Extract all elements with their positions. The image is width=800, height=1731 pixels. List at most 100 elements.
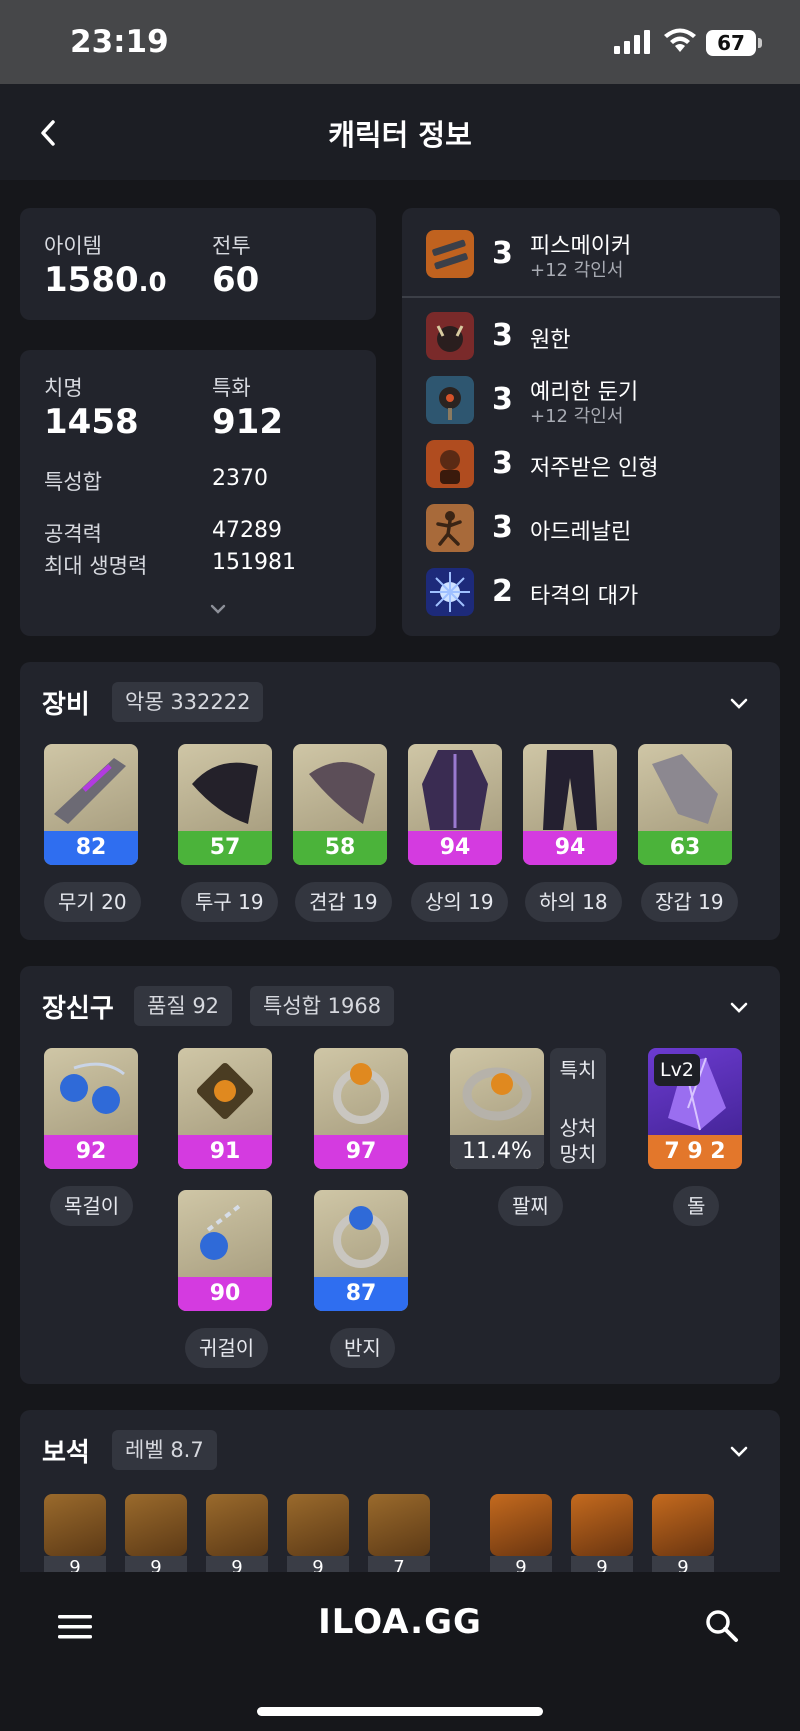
quality-bar: 91 xyxy=(178,1135,272,1169)
battery-tip xyxy=(758,38,762,48)
quality-tag: 품질 92 xyxy=(134,986,233,1026)
divider xyxy=(402,296,780,298)
engraving-row[interactable]: 3 피스메이커 +12 각인서 xyxy=(402,226,780,282)
engraving-name: 타격의 대가 xyxy=(530,584,639,609)
section-title: 보석 xyxy=(42,1438,90,1468)
combat-stats-card[interactable]: 치명 1458 특화 912 특성합 2370 공격력 47289 최대 생명력… xyxy=(20,350,376,636)
quality-bar: 94 xyxy=(523,831,617,865)
max-hp-value: 151981 xyxy=(212,550,296,575)
chest-slot[interactable]: 94 xyxy=(408,744,502,865)
home-indicator xyxy=(257,1707,543,1716)
shoulder-slot[interactable]: 58 xyxy=(293,744,387,865)
weapon-slot[interactable]: 82 xyxy=(44,744,138,865)
dual-guns-icon xyxy=(426,230,474,278)
earring-slot[interactable]: 90 xyxy=(178,1190,272,1311)
crit-label: 치명 xyxy=(44,376,83,400)
helmet-icon xyxy=(192,762,258,824)
gem-level-tag: 레벨 8.7 xyxy=(112,1430,217,1470)
slot-label: 목걸이 xyxy=(50,1186,134,1226)
slot-label: 견갑 19 xyxy=(295,882,392,922)
quality-bar: 90 xyxy=(178,1277,272,1311)
bracelet-effects: 특치 상처 망치 xyxy=(550,1048,606,1169)
search-icon[interactable] xyxy=(704,1608,740,1644)
top-app-bar: 캐릭터 정보 xyxy=(0,84,800,180)
damage-gem[interactable] xyxy=(368,1494,430,1556)
necklace-icon xyxy=(60,1062,125,1114)
engraving-row[interactable]: 3 아드레날린 xyxy=(402,500,780,556)
collapse-chevron-icon[interactable] xyxy=(730,1002,748,1013)
quality-bar: 82 xyxy=(44,831,138,865)
set-tag: 악몽 332222 xyxy=(112,682,264,722)
demon-icon xyxy=(426,312,474,360)
engraving-name: 원한 xyxy=(530,328,571,353)
stone-level-badge: Lv2 xyxy=(654,1054,700,1086)
bracelet-icon xyxy=(462,1067,532,1121)
slot-label: 귀걸이 xyxy=(185,1328,269,1368)
quality-bar: 94 xyxy=(408,831,502,865)
helmet-slot[interactable]: 57 xyxy=(178,744,272,865)
attack-value: 47289 xyxy=(212,518,282,543)
engraving-level: 3 xyxy=(492,318,513,353)
pants-slot[interactable]: 94 xyxy=(523,744,617,865)
bracelet-effect: 특치 xyxy=(559,1058,597,1082)
earring-icon xyxy=(196,1062,254,1120)
quality-bar: 97 xyxy=(314,1135,408,1169)
clock: 23:19 xyxy=(70,24,169,60)
attack-label: 공격력 xyxy=(44,522,102,546)
engraving-row[interactable]: 3 원한 xyxy=(402,308,780,364)
stat-total-value: 2370 xyxy=(212,466,268,491)
spec-label: 특화 xyxy=(212,376,251,400)
engraving-level: 3 xyxy=(492,382,513,417)
collapse-chevron-icon[interactable] xyxy=(730,698,748,709)
section-title: 장비 xyxy=(42,690,90,720)
combat-level-label: 전투 xyxy=(212,234,251,258)
damage-gem[interactable] xyxy=(287,1494,349,1556)
spec-value: 912 xyxy=(212,402,283,442)
bracelet-slot[interactable]: 11.4% xyxy=(450,1048,544,1169)
item-level-decimal: .0 xyxy=(138,268,167,298)
earring-slot[interactable]: 91 xyxy=(178,1048,272,1169)
engraving-row[interactable]: 3 저주받은 인형 xyxy=(402,436,780,492)
mace-icon xyxy=(426,376,474,424)
slot-label: 상의 19 xyxy=(411,882,508,922)
earring-icon xyxy=(200,1202,244,1260)
bracelet-value: 11.4% xyxy=(450,1135,544,1169)
doll-icon xyxy=(426,440,474,488)
quality-bar: 58 xyxy=(293,831,387,865)
runner-icon xyxy=(426,504,474,552)
slot-label: 반지 xyxy=(330,1328,395,1368)
quality-bar: 57 xyxy=(178,831,272,865)
damage-gem[interactable] xyxy=(206,1494,268,1556)
cooldown-gem[interactable] xyxy=(571,1494,633,1556)
ring-slot[interactable]: 97 xyxy=(314,1048,408,1169)
damage-gem[interactable] xyxy=(44,1494,106,1556)
accessories-section: 장신구 품질 92 특성합 1968 92 91 97 11.4% 특치 상처 … xyxy=(20,966,780,1384)
cooldown-gem[interactable] xyxy=(652,1494,714,1556)
ability-stone-slot[interactable]: Lv2 7 9 2 xyxy=(648,1048,742,1169)
ring-icon xyxy=(333,1206,389,1268)
item-level-value: 1580.0 xyxy=(44,260,167,300)
cooldown-gem[interactable] xyxy=(490,1494,552,1556)
engraving-book-note: +12 각인서 xyxy=(530,406,624,427)
necklace-slot[interactable]: 92 xyxy=(44,1048,138,1169)
expand-chevron-icon[interactable] xyxy=(210,604,226,614)
engraving-level: 3 xyxy=(492,446,513,481)
battery-icon: 67 xyxy=(706,30,756,56)
damage-gem[interactable] xyxy=(125,1494,187,1556)
engraving-row[interactable]: 3 예리한 둔기 +12 각인서 xyxy=(402,372,780,428)
chest-armor-icon xyxy=(422,750,488,830)
slot-label: 무기 20 xyxy=(44,882,141,922)
ring-slot[interactable]: 87 xyxy=(314,1190,408,1311)
collapse-chevron-icon[interactable] xyxy=(730,1446,748,1457)
pants-icon xyxy=(543,750,597,830)
engraving-level: 3 xyxy=(492,236,513,271)
quality-bar: 63 xyxy=(638,831,732,865)
gloves-slot[interactable]: 63 xyxy=(638,744,732,865)
engraving-row[interactable]: 2 타격의 대가 xyxy=(402,564,780,620)
engraving-name: 아드레날린 xyxy=(530,520,632,545)
slot-label: 팔찌 xyxy=(498,1186,563,1226)
site-logo[interactable]: ILOA.GG xyxy=(0,1602,800,1642)
bracelet-effect: 망치 xyxy=(559,1142,597,1166)
weapon-icon xyxy=(54,758,126,824)
item-level-card: 아이템 1580.0 전투 60 xyxy=(20,208,376,320)
